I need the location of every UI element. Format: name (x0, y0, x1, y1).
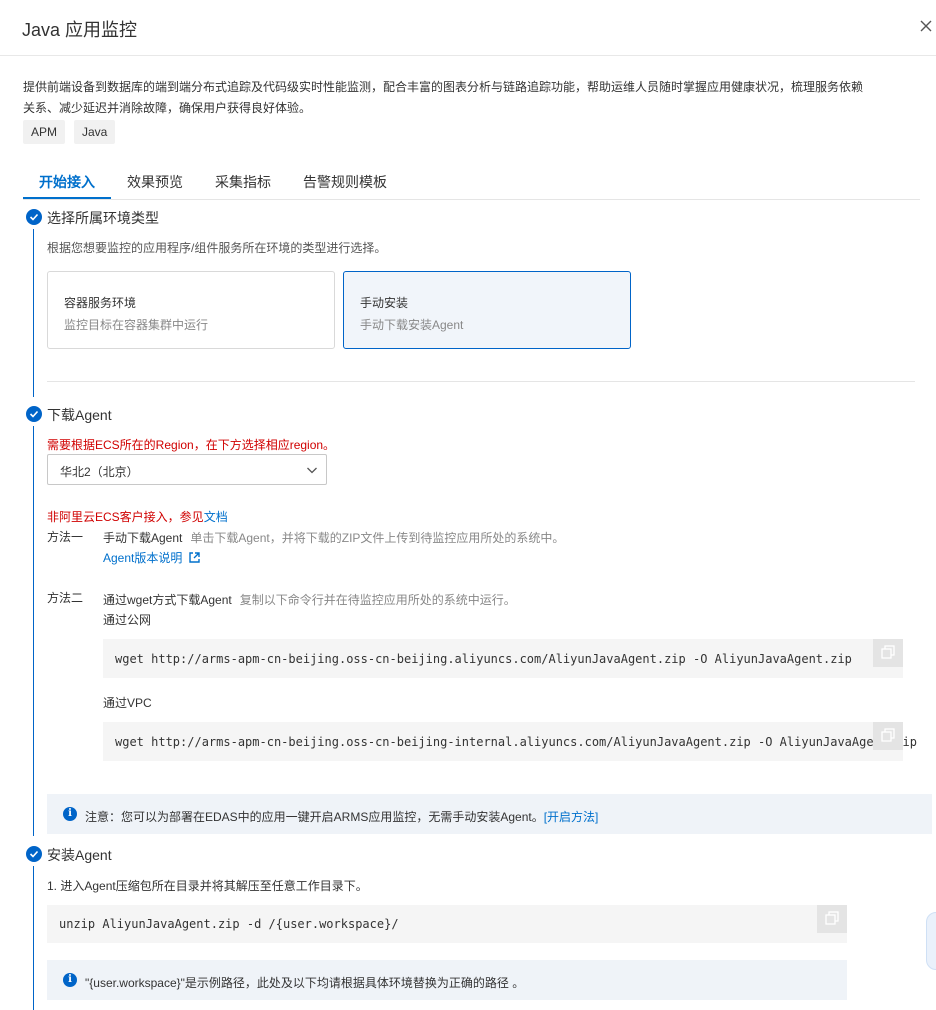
card-subtitle: 手动下载安装Agent (360, 318, 464, 332)
code-text[interactable]: unzip AliyunJavaAgent.zip -d /{user.work… (59, 917, 399, 931)
step-line (33, 866, 34, 1010)
method-two-desc: 复制以下命令行并在待监控应用所处的系统中运行。 (239, 593, 516, 607)
region-select[interactable]: 华北2（北京） (47, 454, 327, 485)
tab-alert-templates[interactable]: 告警规则模板 (303, 172, 387, 192)
vpc-label: 通过VPC (103, 696, 152, 710)
notice-text: 注意：您可以为部署在EDAS中的应用一键开启ARMS应用监控，无需手动安装Age… (85, 808, 598, 825)
tab-metrics[interactable]: 采集指标 (215, 172, 271, 192)
card-subtitle: 监控目标在容器集群中运行 (64, 318, 209, 332)
step-line (33, 426, 34, 836)
external-link-icon (189, 552, 200, 563)
public-label: 通过公网 (103, 613, 152, 627)
edas-notice: i 注意：您可以为部署在EDAS中的应用一键开启ARMS应用监控，无需手动安装A… (47, 794, 932, 834)
notice-text: "{user.workspace}"是示例路径，此处及以下均请根据具体环境替换为… (85, 976, 525, 990)
agent-version-link[interactable]: Agent版本说明 (103, 551, 182, 565)
drawer-title: Java 应用监控 (22, 20, 138, 40)
copy-button[interactable] (873, 639, 903, 667)
env-card-container[interactable]: 容器服务环境 监控目标在容器集群中运行 (47, 271, 335, 349)
copy-icon (825, 911, 839, 925)
drawer-header: Java 应用监控 (0, 0, 936, 56)
notice-message: 注意：您可以为部署在EDAS中的应用一键开启ARMS应用监控，无需手动安装Age… (85, 810, 544, 824)
card-title: 容器服务环境 (64, 296, 137, 310)
check-circle-icon (26, 406, 42, 422)
non-aliyun-text: 非阿里云ECS客户接入，参见 (47, 510, 204, 524)
enable-method-link[interactable]: [开启方法] (544, 810, 599, 824)
step-title-install: 安装Agent (47, 847, 112, 863)
tab-effect-preview[interactable]: 效果预览 (127, 172, 183, 192)
method-two-name: 通过wget方式下载Agent (103, 593, 232, 607)
copy-icon (881, 645, 895, 659)
info-icon: i (63, 807, 77, 821)
workspace-notice: i "{user.workspace}"是示例路径，此处及以下均请根据具体环境替… (47, 960, 847, 1000)
agent-version-row: Agent版本说明 (103, 549, 200, 566)
code-text[interactable]: wget http://arms-apm-cn-beijing.oss-cn-b… (115, 735, 917, 749)
env-card-manual[interactable]: 手动安装 手动下载安装Agent (343, 271, 631, 349)
chevron-down-icon (306, 464, 318, 479)
tag-java: Java (74, 120, 116, 144)
method-two: 通过wget方式下载Agent 复制以下命令行并在待监控应用所处的系统中运行。 (103, 591, 516, 608)
method-one-desc: 单击下载Agent，并将下载的ZIP文件上传到待监控应用所处的系统中。 (190, 531, 565, 545)
non-aliyun-note: 非阿里云ECS客户接入，参见文档 (47, 508, 228, 525)
install-hint: 1. 进入Agent压缩包所在目录并将其解压至任意工作目录下。 (47, 879, 368, 893)
check-circle-icon (26, 846, 42, 862)
method-one: 手动下载Agent 单击下载Agent，并将下载的ZIP文件上传到待监控应用所处的… (103, 529, 564, 546)
check-circle-icon (26, 209, 42, 225)
active-tab-indicator (23, 197, 111, 199)
step-line (33, 229, 34, 397)
code-block-public: wget http://arms-apm-cn-beijing.oss-cn-b… (103, 639, 903, 678)
manual-download-link[interactable]: 手动下载Agent (103, 531, 182, 545)
code-text[interactable]: wget http://arms-apm-cn-beijing.oss-cn-b… (115, 652, 852, 666)
copy-button[interactable] (873, 722, 903, 750)
tag-apm: APM (23, 120, 66, 144)
tab-bar: 开始接入 效果预览 采集指标 告警规则模板 (23, 160, 920, 200)
card-title: 手动安装 (360, 296, 409, 310)
description: 提供前端设备到数据库的端到端分布式追踪及代码级实时性能监测，配合丰富的图表分析与… (23, 80, 864, 115)
method-one-label: 方法一 (47, 530, 84, 544)
method-two-label: 方法二 (47, 591, 84, 605)
region-warning: 需要根据ECS所在的Region，在下方选择相应region。 (47, 438, 336, 452)
tab-start-access[interactable]: 开始接入 (39, 172, 95, 192)
side-float-tab[interactable] (926, 912, 936, 970)
copy-button[interactable] (817, 905, 847, 933)
code-block-unzip: unzip AliyunJavaAgent.zip -d /{user.work… (47, 905, 847, 943)
divider (47, 381, 915, 382)
region-select-value: 华北2（北京） (60, 465, 139, 479)
doc-link[interactable]: 文档 (204, 510, 228, 524)
step-title-download: 下载Agent (47, 407, 112, 423)
step-title-env: 选择所属环境类型 (47, 210, 159, 226)
env-hint: 根据您想要监控的应用程序/组件服务所在环境的类型进行选择。 (47, 241, 387, 255)
code-block-vpc: wget http://arms-apm-cn-beijing.oss-cn-b… (103, 722, 917, 761)
copy-icon (881, 728, 895, 742)
info-icon: i (63, 973, 77, 987)
close-icon[interactable] (917, 17, 935, 35)
